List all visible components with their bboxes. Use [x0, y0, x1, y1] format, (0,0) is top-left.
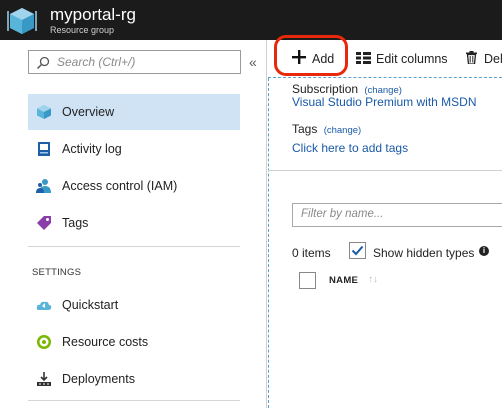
page-title: myportal-rg: [50, 5, 136, 24]
search-box[interactable]: [28, 50, 241, 74]
add-button-highlight: [274, 35, 348, 76]
sidebar-divider: [28, 400, 240, 401]
checkmark-icon: [351, 245, 364, 256]
sidebar-item-label: Tags: [62, 216, 89, 230]
subscription-label: Subscription: [292, 82, 359, 96]
sidebar-item-label: Activity log: [62, 142, 122, 156]
delete-button[interactable]: Del: [464, 44, 502, 72]
cloud-icon: [36, 301, 52, 310]
tag-icon: [37, 216, 51, 230]
search-icon: [36, 56, 50, 70]
filter-box[interactable]: [292, 203, 502, 227]
info-icon[interactable]: i: [479, 246, 489, 256]
delete-label: Del: [484, 52, 502, 66]
sidebar-item-activity-log[interactable]: Activity log: [28, 131, 240, 167]
settings-section-header: SETTINGS: [32, 267, 82, 278]
sidebar-item-label: Overview: [62, 105, 115, 119]
collapse-sidebar-button[interactable]: «: [249, 54, 257, 70]
coin-icon: [37, 335, 51, 349]
tags-field: Tags (change): [292, 122, 361, 136]
items-count: 0 items: [292, 246, 331, 260]
sidebar-item-quickstart[interactable]: Quickstart: [28, 287, 240, 323]
people-icon: [36, 179, 51, 193]
add-tags-link[interactable]: Click here to add tags: [292, 141, 408, 155]
sidebar-divider: [28, 246, 240, 247]
show-hidden-label: Show hidden types: [373, 246, 475, 260]
sidebar-item-label: Quickstart: [62, 298, 119, 312]
activity-log-icon: [38, 142, 50, 156]
edit-columns-button[interactable]: Edit columns: [354, 44, 454, 72]
sidebar-item-tags[interactable]: Tags: [28, 205, 240, 241]
column-header-name[interactable]: NAME: [329, 275, 358, 286]
columns-icon: [356, 52, 371, 64]
sidebar-item-access-control[interactable]: Access control (IAM): [28, 168, 240, 204]
pane-divider: [266, 40, 267, 408]
page-subtitle: Resource group: [50, 25, 115, 35]
sidebar: « Overview Activity log Access control (…: [0, 40, 266, 408]
deployments-icon: [37, 372, 51, 386]
sidebar-item-deployments[interactable]: Deployments: [28, 361, 240, 397]
sidebar-item-overview[interactable]: Overview: [28, 94, 240, 130]
subscription-value-link[interactable]: Visual Studio Premium with MSDN: [292, 95, 477, 109]
subscription-field: Subscription (change): [292, 82, 402, 96]
tags-label: Tags: [292, 122, 318, 136]
sidebar-item-resource-costs[interactable]: Resource costs: [28, 324, 240, 360]
trash-icon: [466, 51, 477, 64]
filter-input[interactable]: [301, 208, 491, 220]
edit-columns-label: Edit columns: [376, 52, 448, 66]
resource-group-cube-icon: [7, 8, 37, 34]
select-all-checkbox[interactable]: [299, 272, 316, 289]
sidebar-item-label: Resource costs: [62, 335, 149, 349]
search-input[interactable]: [57, 54, 237, 70]
overview-cube-icon: [37, 105, 51, 119]
header-bar: myportal-rg Resource group: [0, 0, 502, 40]
section-divider: [268, 170, 502, 171]
sidebar-item-label: Access control (IAM): [62, 179, 178, 193]
sort-icon[interactable]: ↑↓: [368, 274, 378, 285]
sidebar-item-label: Deployments: [62, 372, 135, 386]
tags-change-link[interactable]: (change): [324, 125, 362, 136]
show-hidden-checkbox[interactable]: [349, 242, 366, 259]
